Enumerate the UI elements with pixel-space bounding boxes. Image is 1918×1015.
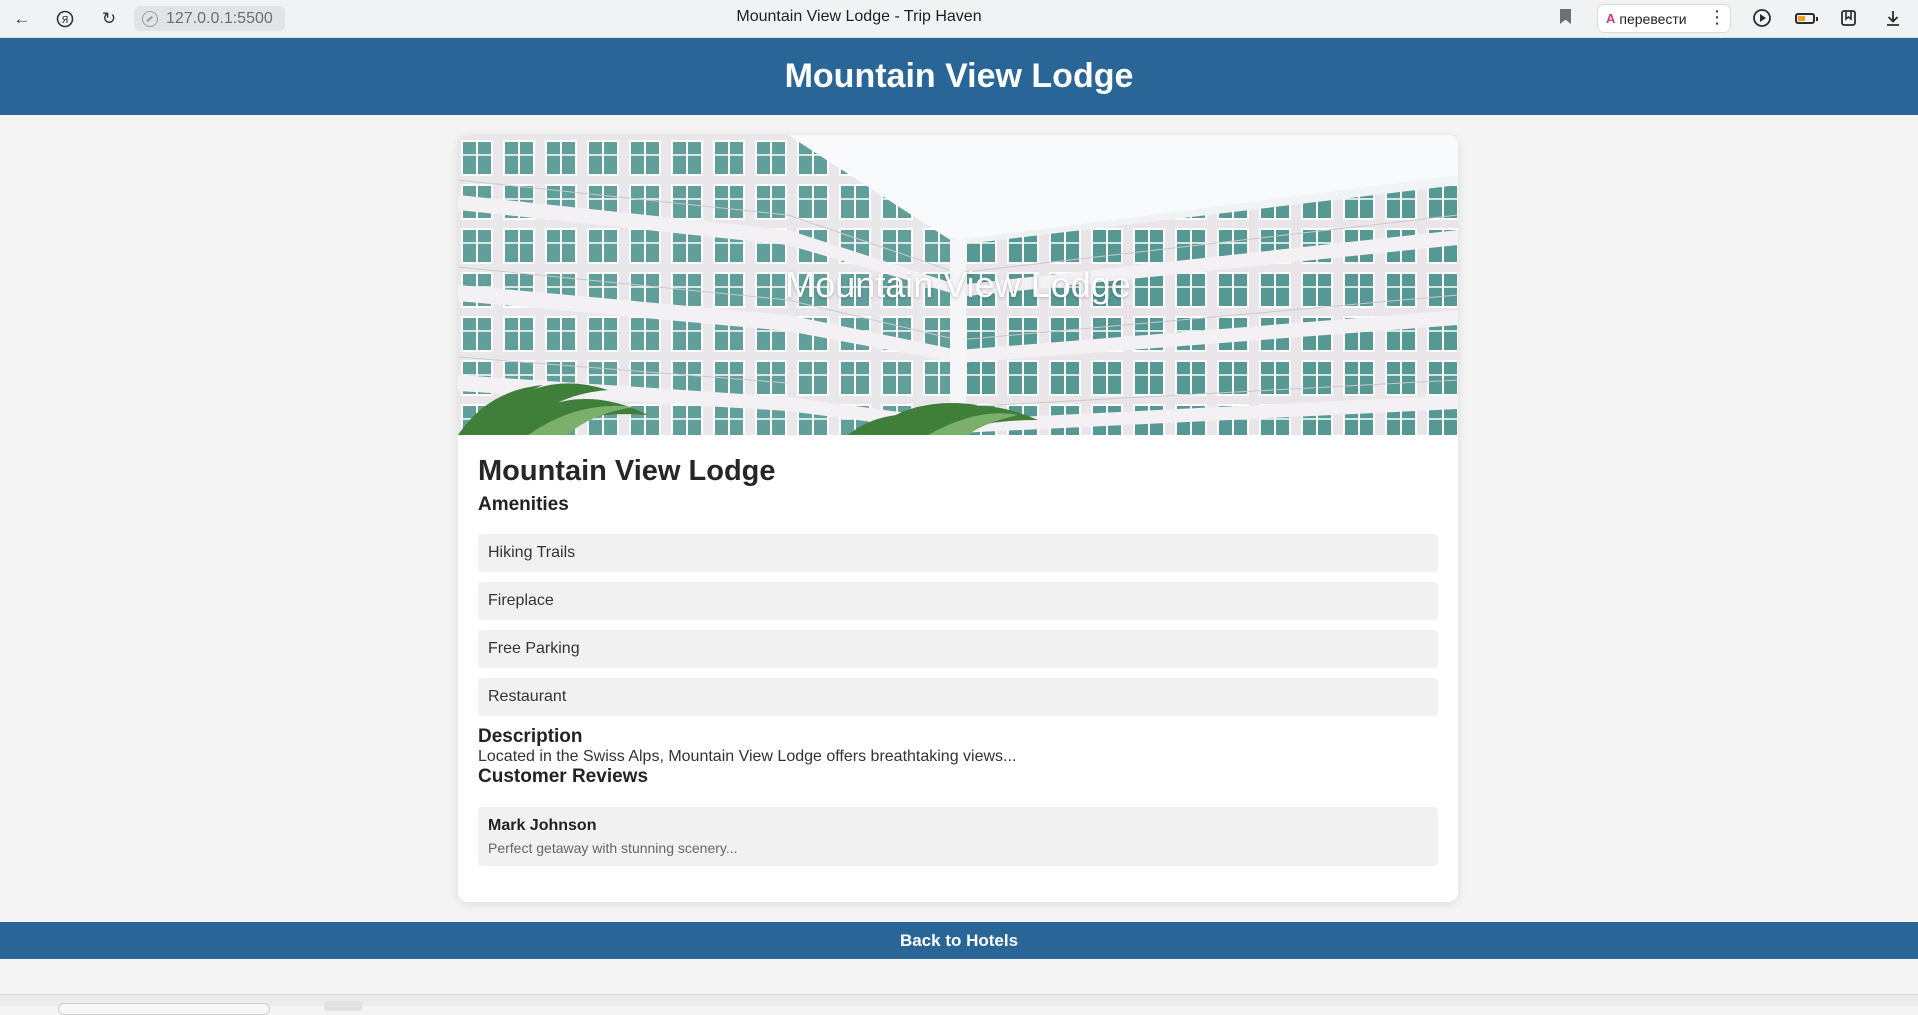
review-text: Perfect getaway with stunning scenery... — [488, 840, 738, 856]
more-icon[interactable]: ⋮ — [1708, 7, 1726, 28]
amenity-item: Restaurant — [478, 678, 1438, 716]
review-author: Mark Johnson — [488, 817, 597, 834]
amenity-item: Hiking Trails — [478, 534, 1438, 572]
hotel-name: Mountain View Lodge — [478, 455, 776, 487]
hotel-card: Mountain View Lodge Mountain View Lodge … — [458, 135, 1458, 902]
amenities-list: Hiking Trails Fireplace Free Parking Res… — [478, 534, 1438, 716]
hotel-hero-image: Mountain View Lodge — [458, 135, 1458, 435]
taskbar-item[interactable] — [324, 1001, 362, 1011]
back-to-hotels-button[interactable]: Back to Hotels — [0, 922, 1918, 959]
taskbar-search[interactable] — [58, 1003, 270, 1015]
description-text: Located in the Swiss Alps, Mountain View… — [478, 748, 1017, 765]
media-play-icon[interactable] — [1751, 8, 1773, 28]
download-icon[interactable] — [1882, 8, 1904, 28]
review-card: Mark Johnson Perfect getaway with stunni… — [478, 807, 1438, 866]
battery-icon[interactable] — [1794, 8, 1818, 28]
amenity-item: Free Parking — [478, 630, 1438, 668]
translate-icon: A — [1606, 11, 1615, 26]
hotel-details: Mountain View Lodge Amenities Hiking Tra… — [458, 435, 1458, 866]
page-title: Mountain View Lodge — [784, 57, 1134, 95]
browser-toolbar: ← Я ↻ 127.0.0.1:5500 Mountain View Lodge… — [0, 0, 1918, 38]
bottom-strip — [0, 994, 1918, 1015]
site-header: Mountain View Lodge — [0, 38, 1918, 115]
translate-label: перевести — [1619, 10, 1687, 27]
tab-title: Mountain View Lodge - Trip Haven — [736, 8, 982, 25]
amenity-item: Fireplace — [478, 582, 1438, 620]
reviews-heading: Customer Reviews — [478, 766, 649, 787]
collections-icon[interactable] — [1838, 8, 1860, 28]
hero-caption: Mountain View Lodge — [785, 264, 1131, 305]
description-heading: Description — [478, 726, 583, 747]
amenities-heading: Amenities — [478, 494, 569, 515]
